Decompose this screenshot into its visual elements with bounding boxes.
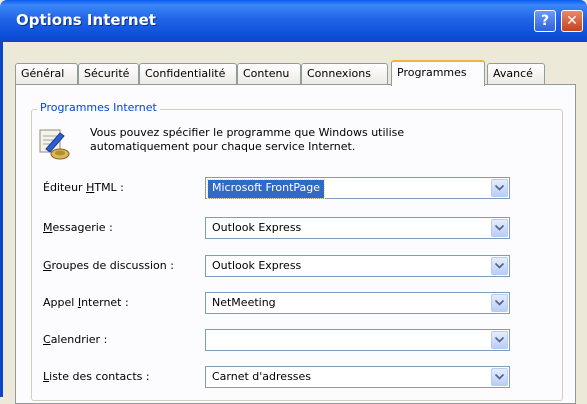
tab-contenu[interactable]: Contenu — [237, 63, 301, 84]
label-internet-call: Appel Internet : — [43, 296, 129, 309]
description-line-2: automatiquement pour chaque service Inte… — [90, 140, 356, 153]
help-button[interactable]: ? — [534, 10, 556, 32]
tab-confidentialite[interactable]: Confidentialité — [139, 63, 237, 84]
calendar-value — [208, 332, 216, 350]
calendar-select[interactable] — [205, 329, 510, 351]
window-title: Options Internet — [16, 11, 156, 29]
description-line-1: Vous pouvez spécifier le programme que W… — [90, 126, 405, 139]
email-select[interactable]: Outlook Express — [205, 217, 510, 239]
label-newsgroups: Groupes de discussion : — [43, 259, 174, 272]
tab-connexions[interactable]: Connexions — [301, 63, 388, 84]
newsgroups-select[interactable]: Outlook Express — [205, 255, 510, 277]
help-icon: ? — [540, 13, 550, 29]
contacts-select[interactable]: Carnet d'adresses — [205, 366, 510, 388]
label-contacts: Liste des contacts : — [43, 370, 150, 383]
internet-call-select[interactable]: NetMeeting — [205, 292, 510, 314]
chevron-down-icon[interactable] — [491, 257, 508, 275]
label-calendar: Calendrier : — [43, 333, 108, 346]
newsgroups-value: Outlook Express — [212, 259, 302, 272]
tab-programmes[interactable]: Programmes — [391, 60, 485, 86]
tab-avance[interactable]: Avancé — [487, 63, 545, 84]
group-title: Programmes Internet — [37, 101, 160, 114]
label-email: Messagerie : — [43, 221, 113, 234]
tab-securite[interactable]: Sécurité — [78, 63, 139, 84]
html-editor-select[interactable]: Microsoft FrontPage — [205, 177, 510, 199]
tab-general[interactable]: Général — [15, 63, 78, 84]
group-description: Vous pouvez spécifier le programme que W… — [90, 126, 470, 154]
email-value: Outlook Express — [212, 221, 302, 234]
contacts-value: Carnet d'adresses — [212, 370, 312, 383]
chevron-down-icon[interactable] — [491, 219, 508, 237]
chevron-down-icon[interactable] — [491, 331, 508, 349]
chevron-down-icon[interactable] — [491, 368, 508, 386]
html-editor-value: Microsoft FrontPage — [206, 179, 326, 199]
internet-call-value: NetMeeting — [212, 296, 276, 309]
label-html-editor: Éditeur HTML : — [43, 181, 124, 194]
programs-settings-icon — [38, 127, 72, 161]
title-bar[interactable]: Options Internet ? ✕ — [0, 0, 587, 42]
chevron-down-icon[interactable] — [491, 179, 508, 197]
close-button[interactable]: ✕ — [561, 10, 583, 32]
close-icon: ✕ — [566, 13, 578, 29]
chevron-down-icon[interactable] — [491, 294, 508, 312]
